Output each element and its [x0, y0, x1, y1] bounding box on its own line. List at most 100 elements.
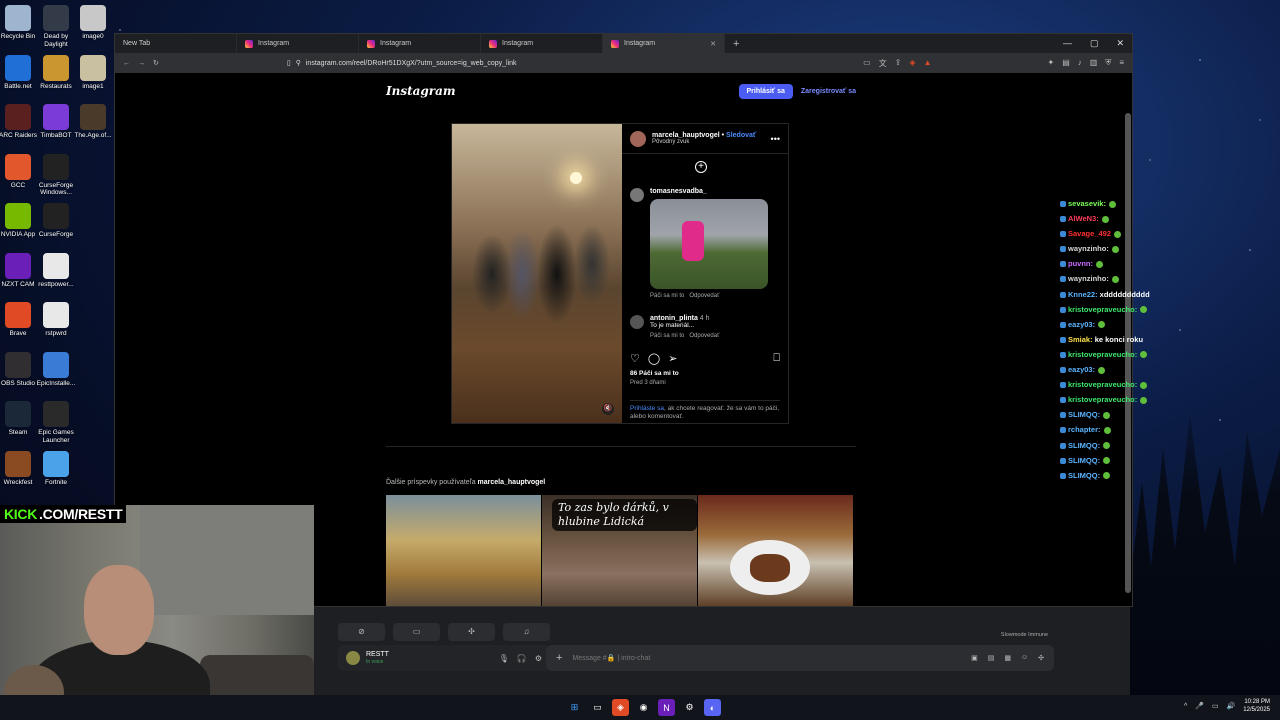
user-name[interactable]: RESTT — [366, 651, 389, 659]
comment-user[interactable]: tomasnesvadba_ — [650, 188, 768, 195]
mic-tray-icon[interactable]: 🎤 — [1195, 702, 1204, 710]
cast-icon[interactable]: ▭ — [863, 58, 871, 69]
reel-video[interactable]: 🔇 — [452, 124, 622, 423]
comment-icon[interactable]: ◯ — [648, 352, 660, 365]
chat-username[interactable]: Knne22: — [1068, 290, 1098, 299]
chat-username[interactable]: kristovepraveucho: — [1068, 350, 1137, 359]
bookmark-icon[interactable]: ▯ — [287, 59, 291, 67]
reload-icon[interactable]: ↻ — [153, 59, 159, 67]
translate-icon[interactable]: 文 — [879, 58, 887, 69]
user-avatar[interactable] — [346, 651, 360, 665]
author-avatar[interactable] — [630, 130, 646, 147]
camera-off-icon[interactable]: ⊘ — [338, 623, 385, 641]
back-icon[interactable]: ← — [123, 60, 130, 67]
chat-username[interactable]: SLIMQQ: — [1068, 456, 1100, 465]
desktop-icon[interactable]: CurseForge — [34, 203, 78, 239]
extensions-icon[interactable]: ✦ — [1048, 58, 1055, 69]
new-tab-button[interactable]: + — [725, 38, 747, 50]
desktop-icon[interactable]: The.Age.of... — [71, 104, 115, 140]
headphones-icon[interactable]: 🎧 — [517, 654, 527, 663]
gif-icon[interactable]: ▤ — [988, 654, 995, 662]
save-icon[interactable]: ⎕ — [773, 352, 780, 365]
like-count[interactable]: 86 Páči sa mi to — [630, 370, 679, 377]
comment-like-link[interactable]: Páči sa mi to — [650, 333, 684, 339]
follow-button[interactable]: Sledovať — [726, 132, 756, 139]
address-bar[interactable]: ▯ ⚲ instagram.com/reel/DRoHr51DXgX/?utm_… — [287, 56, 737, 70]
maximize-icon[interactable]: ▢ — [1090, 38, 1099, 49]
chat-username[interactable]: kristovepraveucho: — [1068, 395, 1137, 404]
desktop-icon[interactable]: resttpower... — [34, 252, 78, 289]
sidebar-icon[interactable]: ▤ — [1062, 58, 1070, 69]
forward-icon[interactable]: → — [138, 60, 145, 67]
chat-username[interactable]: Savage_492 — [1068, 229, 1111, 238]
comment-reply-link[interactable]: Odpovedať — [689, 293, 719, 299]
chat-username[interactable]: sevasevik: — [1068, 199, 1106, 208]
login-button[interactable]: Prihlásiť sa — [738, 83, 793, 99]
browser-tab[interactable]: Instagram — [481, 34, 603, 53]
desktop-icon[interactable]: rstpwrd — [34, 302, 78, 338]
tray-chevron-icon[interactable]: ^ — [1184, 703, 1187, 710]
signup-link[interactable]: Zaregistrovať sa — [801, 88, 856, 95]
soundboard-icon[interactable]: ♫ — [503, 623, 550, 641]
browser-tab[interactable]: Instagram — [237, 34, 359, 53]
more-posts-user[interactable]: marcela_hauptvogel — [478, 479, 546, 486]
wallet-icon[interactable]: ▥ — [1090, 58, 1098, 69]
more-post-thumbnail[interactable]: To zas bylo dárků, v hlubine Lidická — [542, 495, 697, 606]
browser-tab[interactable]: Instagram — [359, 34, 481, 53]
microphone-icon[interactable]: 🎙 — [499, 654, 509, 663]
comment-like-link[interactable]: Páči sa mi to — [650, 293, 684, 299]
more-post-thumbnail[interactable] — [698, 495, 853, 606]
vpn-icon[interactable]: ⛨ — [1105, 58, 1111, 69]
emoji-icon[interactable]: ☺ — [1021, 654, 1028, 662]
chat-username[interactable]: Smiak: — [1068, 335, 1093, 344]
more-options-icon[interactable]: ••• — [771, 134, 780, 144]
brave-taskbar-icon[interactable]: ◈ — [612, 699, 629, 716]
clock[interactable]: 10:28 PM 12/5/2025 — [1243, 698, 1270, 714]
obs-taskbar-icon[interactable]: ◉ — [635, 699, 652, 716]
sticker-icon[interactable]: ▦ — [1004, 654, 1011, 662]
desktop-icon[interactable]: image1 — [71, 54, 115, 91]
start-icon[interactable]: ⊞ — [566, 699, 583, 716]
login-link[interactable]: Prihláste sa — [630, 405, 664, 412]
heart-icon[interactable]: ♡ — [630, 352, 640, 365]
desktop-icon[interactable]: image0 — [71, 5, 115, 41]
attach-icon[interactable]: + — [556, 652, 562, 664]
chat-username[interactable]: puvnn: — [1068, 259, 1093, 268]
author-name[interactable]: marcela_hauptvogel — [652, 132, 720, 139]
audio-label[interactable]: Pôvodný zvuk — [652, 139, 756, 145]
chat-username[interactable]: rchapter: — [1068, 425, 1101, 434]
activities-icon[interactable]: ✣ — [448, 623, 495, 641]
brave-shield-icon[interactable]: ◈ — [909, 58, 915, 69]
desktop-icon[interactable]: Epic Games Launcher — [34, 401, 78, 444]
comment-reply-link[interactable]: Odpovedať — [689, 333, 719, 339]
nzxt-taskbar-icon[interactable]: N — [658, 699, 675, 716]
chat-username[interactable]: SLIMQQ: — [1068, 410, 1100, 419]
rewards-icon[interactable]: ▲ — [924, 58, 932, 69]
share-icon[interactable]: ⇪ — [895, 58, 902, 69]
browser-tab[interactable]: Instagram ✕ — [603, 34, 725, 53]
chat-username[interactable]: kristovepraveucho: — [1068, 380, 1137, 389]
apps-icon[interactable]: ✣ — [1038, 654, 1044, 662]
close-tab-icon[interactable]: ✕ — [710, 40, 716, 48]
mute-icon[interactable]: 🔇 — [602, 403, 614, 415]
send-icon[interactable]: ➢ — [668, 352, 677, 365]
chat-username[interactable]: eazy03: — [1068, 365, 1095, 374]
chat-username[interactable]: waynzinho: — [1068, 274, 1109, 283]
terminal-icon[interactable]: ▭ — [589, 699, 606, 716]
more-post-thumbnail[interactable] — [386, 495, 541, 606]
add-icon[interactable]: + — [695, 161, 707, 173]
comment-gif[interactable] — [650, 199, 768, 289]
desktop-icon[interactable]: Fortnite — [34, 450, 78, 487]
chat-username[interactable]: waynzinho: — [1068, 244, 1109, 253]
close-icon[interactable]: ✕ — [1116, 38, 1124, 49]
chat-username[interactable]: SLIMQQ: — [1068, 441, 1100, 450]
desktop-icon[interactable]: EpicInstalle... — [34, 351, 78, 388]
volume-icon[interactable]: 🔊 — [1227, 702, 1236, 710]
music-icon[interactable]: ♪ — [1078, 58, 1082, 69]
commenter-avatar[interactable] — [630, 188, 644, 202]
settings-icon[interactable]: ⚙ — [535, 654, 542, 663]
discord-taskbar-icon[interactable]: ◐ — [704, 699, 721, 716]
instagram-logo[interactable]: Instagram — [386, 84, 456, 98]
menu-icon[interactable]: ≡ — [1119, 58, 1124, 69]
desktop-icon[interactable]: CurseForge Windows... — [34, 153, 78, 197]
